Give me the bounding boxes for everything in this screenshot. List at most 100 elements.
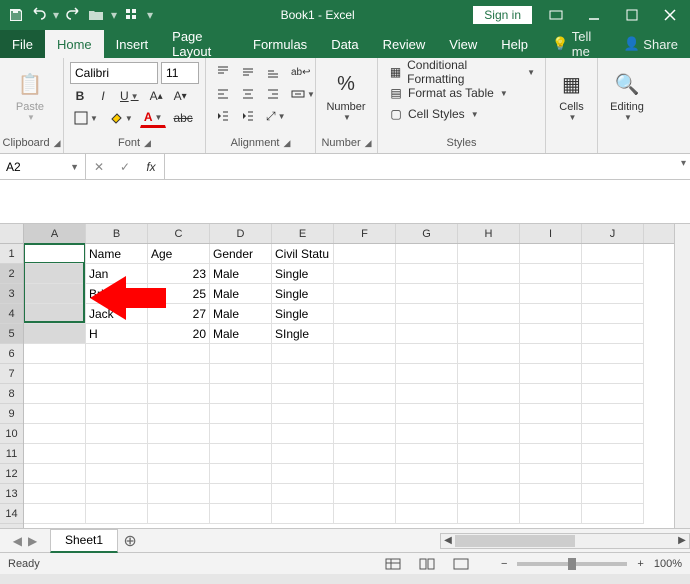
cell[interactable] bbox=[148, 384, 210, 404]
cell[interactable] bbox=[334, 344, 396, 364]
chevron-right-icon[interactable]: ▶ bbox=[28, 534, 37, 548]
cell[interactable] bbox=[582, 364, 644, 384]
cell[interactable]: Single bbox=[272, 284, 334, 304]
insert-function-button[interactable]: fx bbox=[138, 160, 164, 174]
cell[interactable] bbox=[458, 264, 520, 284]
row-header[interactable]: 11 bbox=[0, 444, 23, 464]
cell[interactable] bbox=[396, 244, 458, 264]
font-name-input[interactable] bbox=[70, 62, 158, 84]
cell[interactable] bbox=[272, 364, 334, 384]
cell[interactable] bbox=[582, 424, 644, 444]
cell[interactable] bbox=[210, 504, 272, 524]
cell[interactable]: Name bbox=[86, 244, 148, 264]
cell[interactable] bbox=[210, 424, 272, 444]
cell[interactable] bbox=[86, 484, 148, 504]
column-header[interactable]: G bbox=[396, 224, 458, 243]
redo-icon[interactable] bbox=[66, 7, 82, 23]
cell[interactable] bbox=[520, 404, 582, 424]
cell[interactable] bbox=[520, 324, 582, 344]
row-header[interactable]: 2 bbox=[0, 264, 23, 284]
cell[interactable] bbox=[24, 304, 86, 324]
page-layout-view-button[interactable] bbox=[415, 555, 439, 573]
align-right-button[interactable] bbox=[262, 84, 284, 104]
orientation-button[interactable]: ⤢▼ bbox=[262, 106, 290, 126]
formula-input[interactable] bbox=[165, 154, 690, 179]
select-all-corner[interactable] bbox=[0, 224, 23, 244]
close-icon[interactable] bbox=[656, 1, 684, 29]
cell[interactable]: Age bbox=[148, 244, 210, 264]
cell[interactable] bbox=[334, 324, 396, 344]
font-size-input[interactable] bbox=[161, 62, 199, 84]
cell[interactable] bbox=[396, 344, 458, 364]
cell[interactable] bbox=[272, 404, 334, 424]
cell[interactable]: Jack bbox=[86, 304, 148, 324]
cancel-formula-button[interactable]: ✕ bbox=[86, 160, 112, 174]
cell[interactable] bbox=[24, 484, 86, 504]
row-header[interactable]: 9 bbox=[0, 404, 23, 424]
cell[interactable] bbox=[24, 364, 86, 384]
cell[interactable] bbox=[24, 464, 86, 484]
cell[interactable] bbox=[458, 304, 520, 324]
undo-icon[interactable] bbox=[30, 7, 46, 23]
cell[interactable] bbox=[458, 284, 520, 304]
cell[interactable] bbox=[396, 444, 458, 464]
font-color-button[interactable]: A▼ bbox=[140, 108, 167, 128]
page-break-view-button[interactable] bbox=[449, 555, 473, 573]
cell[interactable] bbox=[334, 384, 396, 404]
row-header[interactable]: 1 bbox=[0, 244, 23, 264]
cell[interactable] bbox=[272, 384, 334, 404]
cell[interactable] bbox=[210, 404, 272, 424]
column-header[interactable]: B bbox=[86, 224, 148, 243]
cell[interactable] bbox=[582, 324, 644, 344]
cell[interactable] bbox=[86, 364, 148, 384]
cell[interactable] bbox=[148, 424, 210, 444]
tab-insert[interactable]: Insert bbox=[104, 30, 161, 58]
row-header[interactable]: 3 bbox=[0, 284, 23, 304]
cell[interactable] bbox=[458, 404, 520, 424]
tab-review[interactable]: Review bbox=[371, 30, 438, 58]
row-header[interactable]: 10 bbox=[0, 424, 23, 444]
cell[interactable] bbox=[396, 484, 458, 504]
cell[interactable]: 20 bbox=[148, 324, 210, 344]
cell[interactable] bbox=[396, 504, 458, 524]
cell[interactable] bbox=[24, 284, 86, 304]
cell[interactable]: 25 bbox=[148, 284, 210, 304]
cell[interactable] bbox=[582, 464, 644, 484]
cell[interactable] bbox=[148, 364, 210, 384]
tell-me-button[interactable]: 💡 Tell me bbox=[540, 30, 612, 58]
maximize-icon[interactable] bbox=[618, 1, 646, 29]
align-center-button[interactable] bbox=[237, 84, 259, 104]
cell[interactable] bbox=[210, 364, 272, 384]
tab-help[interactable]: Help bbox=[489, 30, 540, 58]
tab-home[interactable]: Home bbox=[45, 30, 104, 58]
row-header[interactable]: 4 bbox=[0, 304, 23, 324]
cell[interactable] bbox=[396, 464, 458, 484]
increase-font-button[interactable]: A▴ bbox=[146, 86, 167, 106]
cell[interactable] bbox=[334, 304, 396, 324]
share-button[interactable]: 👤 Share bbox=[611, 30, 690, 58]
cell[interactable] bbox=[458, 464, 520, 484]
cell[interactable] bbox=[458, 504, 520, 524]
cell[interactable] bbox=[458, 444, 520, 464]
cell[interactable] bbox=[458, 484, 520, 504]
column-header[interactable]: D bbox=[210, 224, 272, 243]
cell[interactable]: Male bbox=[210, 304, 272, 324]
scroll-left-icon[interactable]: ◀ bbox=[441, 534, 455, 548]
increase-indent-button[interactable] bbox=[237, 106, 259, 126]
tab-view[interactable]: View bbox=[437, 30, 489, 58]
decrease-indent-button[interactable] bbox=[212, 106, 234, 126]
italic-button[interactable]: I bbox=[93, 86, 113, 106]
cell[interactable] bbox=[582, 444, 644, 464]
cell[interactable] bbox=[24, 264, 86, 284]
cell[interactable]: Civil Statu bbox=[272, 244, 334, 264]
cell[interactable] bbox=[582, 484, 644, 504]
cell[interactable] bbox=[24, 344, 86, 364]
cell[interactable] bbox=[148, 484, 210, 504]
scrollbar-thumb[interactable] bbox=[455, 535, 575, 547]
normal-view-button[interactable] bbox=[381, 555, 405, 573]
borders-button[interactable]: ▼ bbox=[70, 108, 102, 128]
cell[interactable]: Gender bbox=[210, 244, 272, 264]
cell[interactable] bbox=[396, 384, 458, 404]
cell[interactable] bbox=[520, 284, 582, 304]
cell[interactable] bbox=[86, 444, 148, 464]
